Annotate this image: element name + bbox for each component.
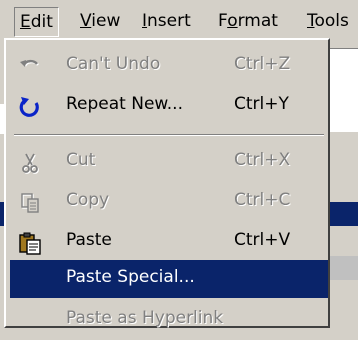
background-window-fragment bbox=[330, 256, 358, 280]
menu-item-paste-hyperlink[interactable]: Paste as Hyperlink bbox=[10, 300, 328, 340]
menu-item-copy-label: Copy bbox=[66, 190, 110, 210]
menu-item-undo-label: Can't Undo bbox=[66, 54, 161, 74]
menu-item-paste-label: Paste bbox=[66, 230, 112, 250]
copy-icon bbox=[18, 191, 42, 213]
menu-item-copy-shortcut: Ctrl+C bbox=[234, 190, 291, 210]
menu-item-repeat[interactable]: Repeat New... Ctrl+Y bbox=[10, 86, 328, 126]
menu-format[interactable]: Format bbox=[218, 9, 278, 33]
menu-tools[interactable]: Tools bbox=[307, 9, 349, 33]
menu-edit-label: Edit bbox=[20, 12, 53, 32]
menu-item-paste[interactable]: Paste Ctrl+V bbox=[10, 222, 328, 262]
menu-view[interactable]: View bbox=[80, 9, 120, 33]
menu-edit[interactable]: Edit bbox=[14, 7, 59, 37]
menu-item-undo[interactable]: Can't Undo Ctrl+Z bbox=[10, 46, 328, 86]
menu-bar: Edit View Insert Format Tools bbox=[0, 0, 358, 38]
menu-format-label: Format bbox=[218, 11, 278, 31]
menu-view-label: View bbox=[80, 11, 121, 31]
clipboard-icon bbox=[18, 231, 42, 255]
menu-item-cut-shortcut: Ctrl+X bbox=[234, 150, 291, 170]
repeat-icon bbox=[18, 95, 42, 117]
background-window-fragment bbox=[330, 48, 358, 105]
undo-icon bbox=[18, 55, 42, 77]
menu-separator bbox=[14, 134, 324, 136]
menu-item-paste-special-label: Paste Special... bbox=[66, 267, 195, 287]
menu-item-paste-hyperlink-label: Paste as Hyperlink bbox=[66, 308, 224, 328]
menu-item-paste-special[interactable]: Paste Special... bbox=[10, 260, 328, 298]
menu-item-cut-label: Cut bbox=[66, 150, 96, 170]
menu-item-repeat-shortcut: Ctrl+Y bbox=[234, 94, 289, 114]
scissors-icon bbox=[18, 151, 42, 174]
edit-menu-dropdown: Can't Undo Ctrl+Z Repeat New... Ctrl+Y C… bbox=[4, 38, 330, 328]
menu-item-copy[interactable]: Copy Ctrl+C bbox=[10, 182, 328, 222]
menu-item-repeat-label: Repeat New... bbox=[66, 94, 183, 114]
menu-item-cut[interactable]: Cut Ctrl+X bbox=[10, 142, 328, 182]
background-window-fragment bbox=[330, 104, 358, 132]
menu-tools-label: Tools bbox=[307, 11, 349, 31]
menu-item-undo-shortcut: Ctrl+Z bbox=[234, 54, 291, 74]
menu-insert[interactable]: Insert bbox=[142, 9, 191, 33]
menu-insert-label: Insert bbox=[142, 11, 191, 31]
background-selection-strip bbox=[330, 202, 358, 226]
menu-item-paste-shortcut: Ctrl+V bbox=[234, 230, 291, 250]
